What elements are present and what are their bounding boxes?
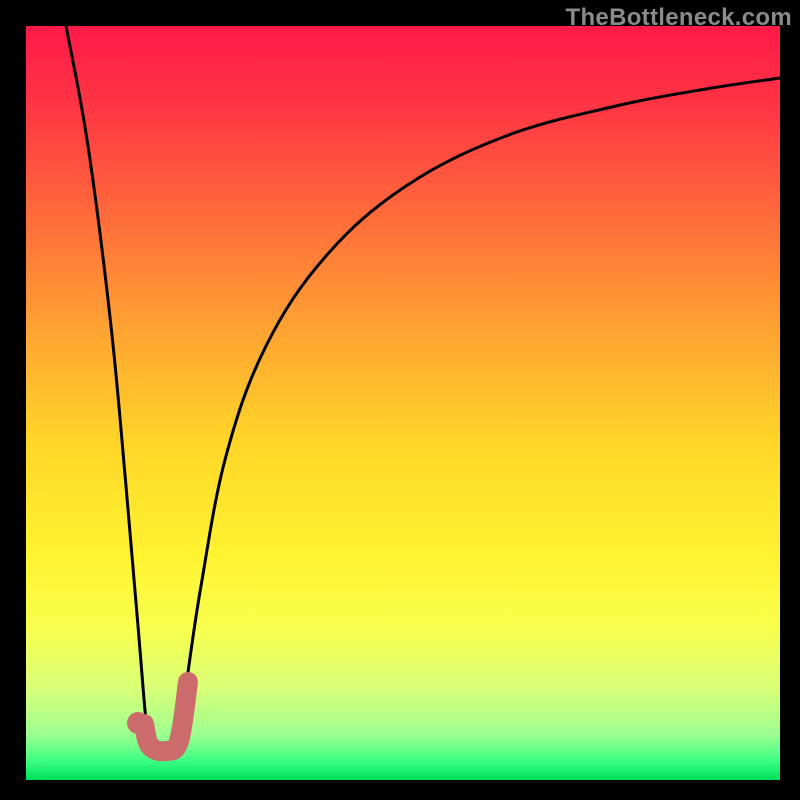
chart-frame: TheBottleneck.com [0,0,800,800]
plot-area [26,26,780,780]
background-gradient [26,26,780,780]
